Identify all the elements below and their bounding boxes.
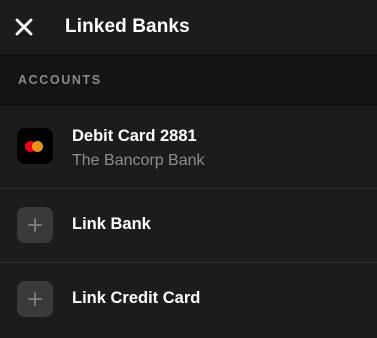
page-title: Linked Banks bbox=[65, 16, 190, 37]
plus-icon bbox=[17, 281, 53, 317]
account-title: Debit Card 2881 bbox=[72, 127, 197, 145]
linked-banks-screen: Linked Banks ACCOUNTS Debit Card 2881 Th… bbox=[0, 0, 377, 338]
plus-icon bbox=[17, 207, 53, 243]
link-bank-label: Link Bank bbox=[72, 215, 151, 233]
close-button[interactable] bbox=[12, 15, 36, 39]
section-header-accounts: ACCOUNTS bbox=[0, 54, 377, 106]
close-icon bbox=[15, 18, 33, 36]
mastercard-icon bbox=[17, 128, 53, 164]
account-subtitle: The Bancorp Bank bbox=[72, 152, 205, 169]
section-label: ACCOUNTS bbox=[18, 73, 102, 87]
mastercard-orange-circle bbox=[32, 141, 43, 152]
link-bank-button[interactable]: Link Bank bbox=[0, 189, 377, 263]
link-credit-card-label: Link Credit Card bbox=[72, 289, 201, 307]
link-credit-card-button[interactable]: Link Credit Card bbox=[0, 263, 377, 337]
accounts-list: Debit Card 2881 The Bancorp Bank Link Ba… bbox=[0, 106, 377, 337]
header: Linked Banks bbox=[0, 0, 377, 54]
account-row-debit-card[interactable]: Debit Card 2881 The Bancorp Bank bbox=[0, 106, 377, 189]
